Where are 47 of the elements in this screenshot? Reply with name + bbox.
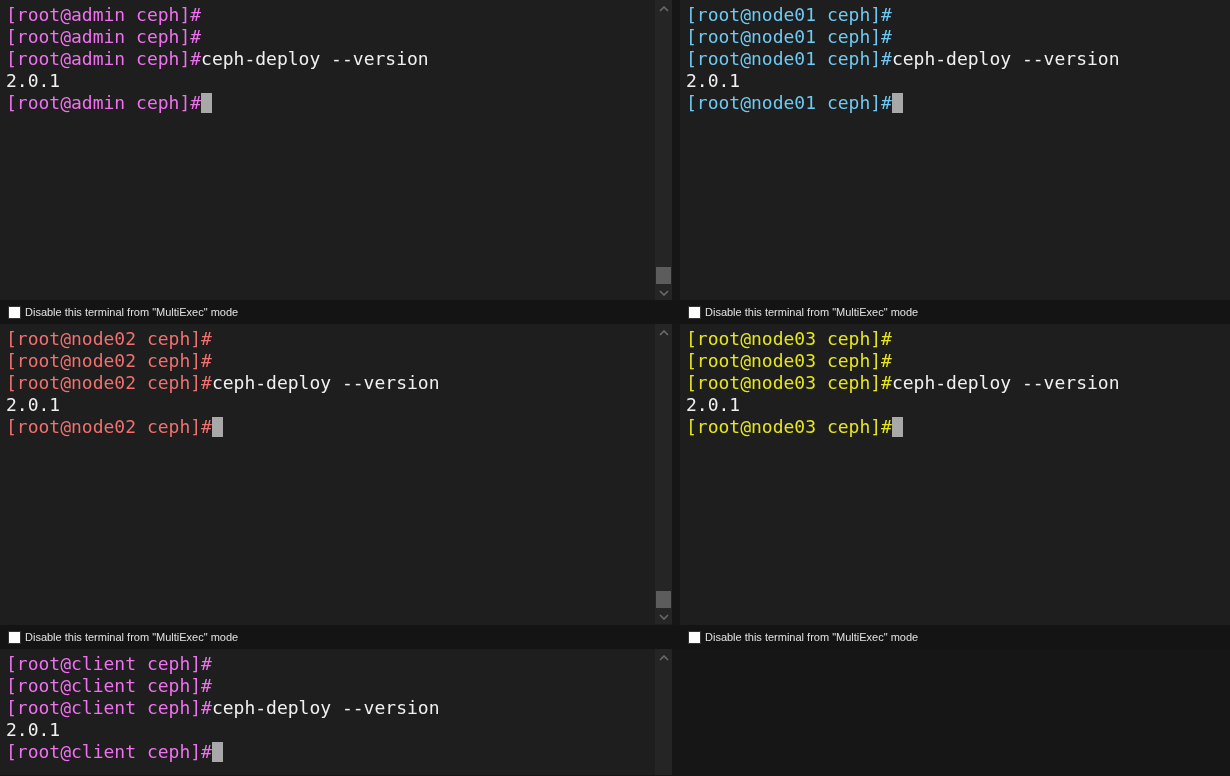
shell-prompt: [root@client ceph]# <box>6 675 212 697</box>
scrollbar-thumb[interactable] <box>656 267 671 284</box>
chevron-up-icon[interactable] <box>658 6 669 12</box>
shell-prompt: [root@admin ceph]# <box>6 26 202 48</box>
shell-prompt: [root@node01 ceph]# <box>686 4 892 26</box>
output-text: 2.0.1 <box>686 394 741 416</box>
shell-prompt: [root@client ceph]# <box>6 741 212 763</box>
checkbox-label: Disable this terminal from "MultiExec" mode <box>25 306 239 318</box>
shell-prompt: [root@node01 ceph]# <box>686 26 892 48</box>
output-text: 2.0.1 <box>6 719 61 741</box>
command-text: ceph-deploy --version <box>201 48 429 70</box>
checkbox[interactable] <box>8 305 21 319</box>
command-text: ceph-deploy --version <box>211 372 440 394</box>
shell-prompt: [root@node02 ceph]# <box>6 372 212 394</box>
shell-prompt: [root@node03 ceph]# <box>686 372 892 394</box>
checkbox-label: Disable this terminal from "MultiExec" mode <box>705 631 919 643</box>
shell-prompt: [root@node03 ceph]# <box>686 328 892 350</box>
scrollbar[interactable] <box>655 324 672 624</box>
shell-prompt: [root@node01 ceph]# <box>686 92 892 114</box>
output-text: 2.0.1 <box>6 394 61 416</box>
shell-prompt: [root@admin ceph]# <box>6 48 202 70</box>
shell-prompt: [root@client ceph]# <box>6 653 212 675</box>
shell-prompt: [root@admin ceph]# <box>6 92 202 114</box>
checkbox-label: Disable this terminal from "MultiExec" mode <box>705 306 919 318</box>
chevron-down-icon[interactable] <box>658 614 669 620</box>
scrollbar[interactable] <box>655 0 672 300</box>
shell-prompt: [root@node01 ceph]# <box>686 48 892 70</box>
shell-prompt: [root@node03 ceph]# <box>686 416 892 438</box>
checkbox-label: Disable this terminal from "MultiExec" mode <box>25 631 239 643</box>
checkbox[interactable] <box>8 630 21 644</box>
shell-prompt: [root@node02 ceph]# <box>6 416 212 438</box>
shell-prompt: [root@client ceph]# <box>6 697 212 719</box>
output-text: 2.0.1 <box>6 70 61 92</box>
shell-prompt: [root@node03 ceph]# <box>686 350 892 372</box>
command-text: ceph-deploy --version <box>211 697 440 719</box>
shell-prompt: [root@node02 ceph]# <box>6 328 212 350</box>
output-text: 2.0.1 <box>686 70 741 92</box>
scrollbar-thumb[interactable] <box>656 591 671 608</box>
chevron-down-icon[interactable] <box>658 290 669 296</box>
chevron-up-icon[interactable] <box>658 655 669 661</box>
command-text: ceph-deploy --version <box>891 372 1120 394</box>
shell-prompt: [root@node02 ceph]# <box>6 350 212 372</box>
checkbox[interactable] <box>688 305 701 319</box>
shell-prompt: [root@admin ceph]# <box>6 4 202 26</box>
chevron-up-icon[interactable] <box>658 330 669 336</box>
checkbox[interactable] <box>688 630 701 644</box>
command-text: ceph-deploy --version <box>891 48 1120 70</box>
